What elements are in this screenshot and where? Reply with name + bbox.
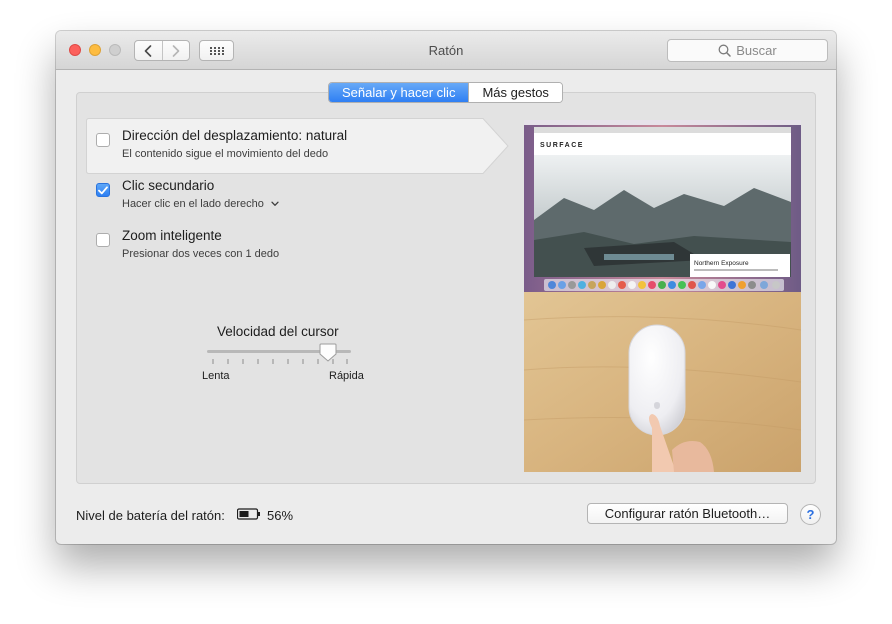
checkbox-smart-zoom[interactable] bbox=[96, 233, 110, 247]
battery-percentage: 56% bbox=[267, 508, 294, 523]
tab-more-gestures[interactable]: Más gestos bbox=[468, 83, 562, 102]
battery-icon bbox=[237, 508, 260, 520]
settings-panel: Dirección del desplazamiento: natural El… bbox=[76, 92, 816, 484]
help-button[interactable]: ? bbox=[800, 504, 821, 525]
battery-level-label: Nivel de batería del ratón: bbox=[76, 508, 225, 523]
gesture-preview-video: SURFACE Northern Exposure bbox=[524, 120, 801, 472]
option-subtitle: Hacer clic en el lado derecho bbox=[122, 198, 264, 210]
preview-caption-title: Northern Exposure bbox=[694, 260, 749, 267]
option-title: Zoom inteligente bbox=[122, 228, 222, 243]
tab-point-and-click[interactable]: Señalar y hacer clic bbox=[329, 83, 469, 102]
option-subtitle: El contenido sigue el movimiento del ded… bbox=[122, 148, 329, 160]
titlebar: Ratón Buscar bbox=[56, 31, 836, 70]
tracking-speed-label: Velocidad del cursor bbox=[217, 324, 339, 339]
chevron-down-icon bbox=[271, 201, 279, 207]
option-title: Dirección del desplazamiento: natural bbox=[122, 128, 348, 143]
search-placeholder: Buscar bbox=[736, 43, 777, 58]
checkbox-secondary-click[interactable] bbox=[96, 183, 110, 197]
preview-illustration: SURFACE Northern Exposure bbox=[524, 120, 801, 472]
slider-knob-icon[interactable] bbox=[319, 343, 337, 362]
checkmark-icon bbox=[98, 185, 108, 194]
option-subtitle: Presionar dos veces con 1 dedo bbox=[122, 248, 280, 260]
secondary-click-popup[interactable]: Hacer clic en el lado derecho bbox=[122, 198, 279, 210]
preview-site-brand: SURFACE bbox=[540, 142, 584, 149]
slider-max-label: Rápida bbox=[329, 370, 364, 382]
preferences-window: Ratón Buscar Señalar y hacer clic Más ge… bbox=[56, 31, 836, 544]
setup-bluetooth-mouse-button[interactable]: Configurar ratón Bluetooth… bbox=[587, 503, 788, 524]
slider-min-label: Lenta bbox=[202, 370, 230, 382]
tab-bar: Señalar y hacer clic Más gestos bbox=[328, 82, 563, 103]
search-icon bbox=[718, 44, 732, 57]
checkbox-scroll-direction[interactable] bbox=[96, 133, 110, 147]
selected-option-highlight bbox=[86, 118, 509, 174]
search-field[interactable]: Buscar bbox=[667, 39, 828, 62]
option-title: Clic secundario bbox=[122, 178, 215, 193]
